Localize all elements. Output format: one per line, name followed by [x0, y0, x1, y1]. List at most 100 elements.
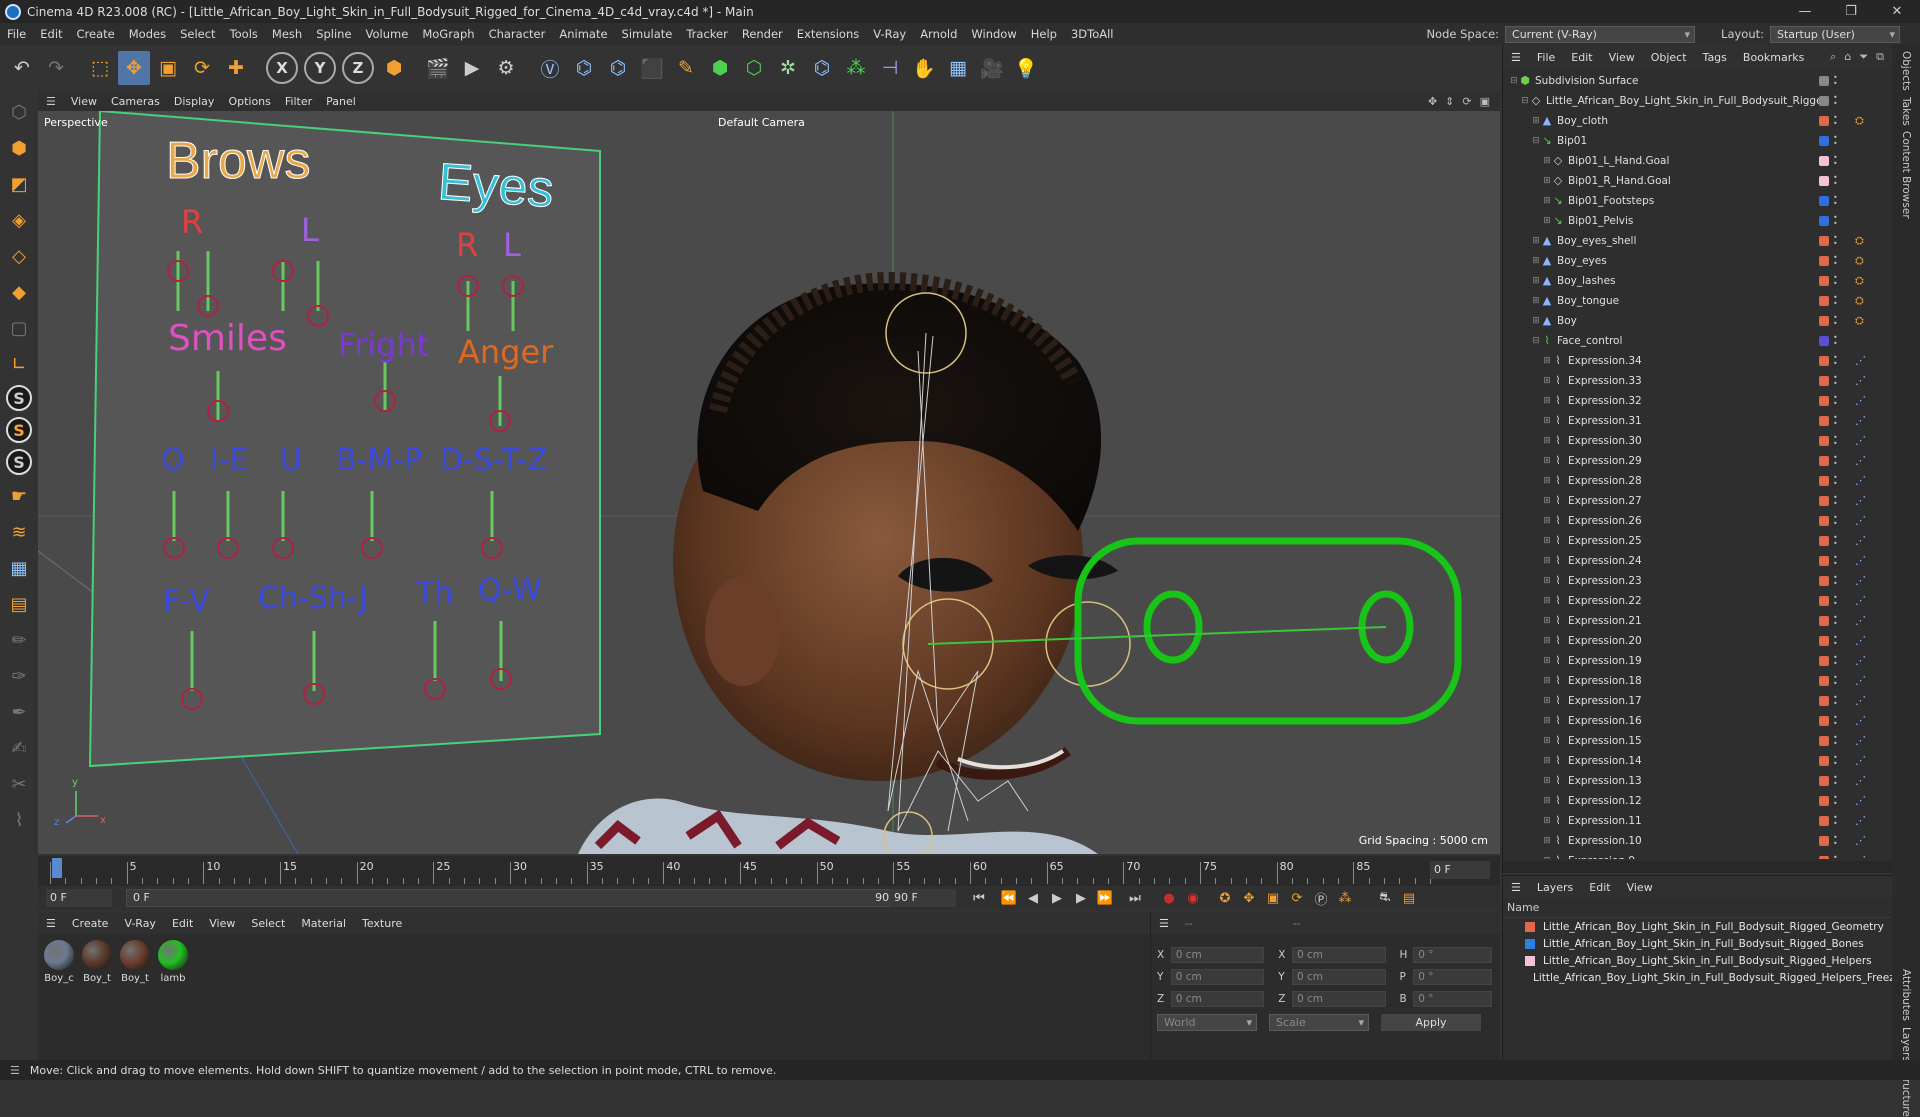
visibility-dots-icon[interactable]: ••: [1833, 314, 1838, 328]
layer-color-swatch[interactable]: [1819, 96, 1829, 106]
material-swatch[interactable]: [44, 940, 74, 970]
magnet-icon[interactable]: ⌇: [4, 805, 34, 835]
object-row[interactable]: ⊞ ⌇ Expression.28 • • ⋰: [1503, 471, 1892, 491]
status-menu-icon[interactable]: ☰: [0, 1064, 30, 1077]
coordinate-system-dropdown[interactable]: World: [1157, 1014, 1257, 1031]
layer-color-swatch[interactable]: [1819, 476, 1829, 486]
visibility-dots-icon[interactable]: ••: [1833, 734, 1838, 748]
tree-expand-icon[interactable]: ⊞: [1531, 296, 1541, 306]
tree-expand-icon[interactable]: ⊞: [1542, 536, 1552, 546]
layer-color-swatch[interactable]: [1819, 436, 1829, 446]
object-row[interactable]: ⊞ ⌇ Expression.11 • • ⋰: [1503, 811, 1892, 831]
expression-tag-icon[interactable]: ⋰: [1855, 434, 1866, 447]
layout-dropdown[interactable]: Startup (User): [1770, 25, 1900, 43]
object-name[interactable]: Boy: [1557, 315, 1577, 327]
visibility-dots-icon[interactable]: ••: [1833, 134, 1838, 148]
object-row[interactable]: ⊞ ⌇ Expression.20 • • ⋰: [1503, 631, 1892, 651]
expression-tag-icon[interactable]: ⋰: [1855, 354, 1866, 367]
object-menu-object[interactable]: Object: [1643, 51, 1695, 64]
tree-expand-icon[interactable]: ⊞: [1542, 416, 1552, 426]
object-name[interactable]: Expression.29: [1568, 455, 1642, 467]
texture-tag-icon[interactable]: ⛭: [1855, 314, 1864, 328]
axis-mode-icon[interactable]: ∟: [4, 349, 34, 379]
side-tab-objects[interactable]: Objects: [1900, 51, 1912, 91]
rotation-h-field[interactable]: 0 °: [1413, 947, 1492, 963]
object-name[interactable]: Expression.24: [1568, 555, 1642, 567]
visibility-dots-icon[interactable]: ••: [1833, 154, 1838, 168]
expression-tag-icon[interactable]: ⋰: [1855, 734, 1866, 747]
menu-character[interactable]: Character: [482, 27, 553, 41]
previous-key-icon[interactable]: ⏪: [998, 888, 1020, 908]
visibility-dots-icon[interactable]: ••: [1833, 554, 1838, 568]
tree-expand-icon[interactable]: ⊞: [1542, 616, 1552, 626]
node-space-dropdown[interactable]: Current (V-Ray): [1505, 25, 1696, 43]
layer-color-swatch[interactable]: [1819, 536, 1829, 546]
layer-menu-edit[interactable]: Edit: [1581, 881, 1618, 894]
tree-expand-icon[interactable]: ⊟: [1509, 76, 1519, 86]
object-row[interactable]: ⊟ ◇ Little_African_Boy_Light_Skin_in_Full_…: [1503, 91, 1892, 111]
object-row[interactable]: ⊞ ⌇ Expression.22 • • ⋰: [1503, 591, 1892, 611]
visibility-dots-icon[interactable]: ••: [1833, 394, 1838, 408]
polygons-mode-icon[interactable]: ◆: [4, 277, 34, 307]
object-name[interactable]: Expression.25: [1568, 535, 1642, 547]
menu-help[interactable]: Help: [1024, 27, 1064, 41]
start-frame-field[interactable]: 0 F: [46, 889, 112, 907]
knife-icon[interactable]: ✂: [4, 769, 34, 799]
layer-color-swatch[interactable]: [1819, 736, 1829, 746]
uv-mode-icon[interactable]: ▢: [4, 313, 34, 343]
visibility-dots-icon[interactable]: ••: [1833, 694, 1838, 708]
object-row[interactable]: ⊞ ⌇ Expression.25 • • ⋰: [1503, 531, 1892, 551]
object-row[interactable]: ⊞⌇ Expression.9 •• ⋰: [1503, 851, 1892, 859]
object-row[interactable]: ⊞ ⌇ Expression.17 • • ⋰: [1503, 691, 1892, 711]
viewport-menu-filter[interactable]: Filter: [278, 95, 319, 108]
object-name[interactable]: Boy_eyes_shell: [1557, 235, 1636, 247]
object-row[interactable]: ⊞ ⌇ Expression.13 • • ⋰: [1503, 771, 1892, 791]
tree-expand-icon[interactable]: ⊞: [1542, 216, 1552, 226]
material-swatch[interactable]: [120, 940, 150, 970]
object-name[interactable]: Bip01: [1557, 135, 1587, 147]
key-rotation-icon[interactable]: ⟳: [1286, 888, 1308, 908]
object-row[interactable]: ⊞ ◇ Bip01_R_Hand.Goal • •: [1503, 171, 1892, 191]
expression-tag-icon[interactable]: ⋰: [1855, 754, 1866, 767]
render-settings-icon[interactable]: ⚙: [490, 51, 522, 85]
visibility-dots-icon[interactable]: ••: [1833, 494, 1838, 508]
smooth-icon[interactable]: ✍: [4, 733, 34, 763]
layer-color-swatch[interactable]: [1819, 576, 1829, 586]
visibility-dots-icon[interactable]: ••: [1833, 414, 1838, 428]
end-frame-field[interactable]: 90 F: [890, 889, 956, 907]
object-menu-bookmarks[interactable]: Bookmarks: [1735, 51, 1812, 64]
tree-expand-icon[interactable]: ⊞: [1542, 396, 1552, 406]
rotation-p-field[interactable]: 0 °: [1413, 969, 1492, 985]
object-name[interactable]: Expression.32: [1568, 395, 1642, 407]
tree-expand-icon[interactable]: ⊞: [1542, 176, 1552, 186]
object-row[interactable]: ⊞ ⌇ Expression.32 • • ⋰: [1503, 391, 1892, 411]
menu-file[interactable]: File: [0, 27, 33, 41]
material-menu-texture[interactable]: Texture: [354, 917, 410, 930]
next-frame-icon[interactable]: ▶: [1070, 888, 1092, 908]
pen-spline-icon[interactable]: ✎: [670, 51, 702, 85]
tree-expand-icon[interactable]: ⊞: [1542, 456, 1552, 466]
tree-expand-icon[interactable]: ⊞: [1531, 316, 1541, 326]
object-row[interactable]: ⊞ ⌇ Expression.34 • • ⋰: [1503, 351, 1892, 371]
layer-color-swatch[interactable]: [1819, 716, 1829, 726]
object-row[interactable]: ⊞ ⌇ Expression.24 • • ⋰: [1503, 551, 1892, 571]
expression-tag-icon[interactable]: ⋰: [1855, 834, 1866, 847]
visibility-dots-icon[interactable]: ••: [1833, 714, 1838, 728]
object-row[interactable]: ⊞ ▲ Boy_eyes_shell • • ⛭: [1503, 231, 1892, 251]
tree-expand-icon[interactable]: ⊞: [1542, 376, 1552, 386]
key-parameter-icon[interactable]: Ⓟ: [1310, 888, 1332, 908]
z-axis-lock-icon[interactable]: Z: [342, 52, 374, 84]
visibility-dots-icon[interactable]: ••: [1833, 454, 1838, 468]
extrude-generator-icon[interactable]: ⬡: [738, 51, 770, 85]
tree-expand-icon[interactable]: ⊞: [1542, 796, 1552, 806]
close-button[interactable]: ✕: [1874, 4, 1920, 19]
layer-color-swatch[interactable]: [1819, 496, 1829, 506]
layer-menu-layers[interactable]: Layers: [1529, 881, 1581, 894]
camera-icon[interactable]: 🎥: [976, 51, 1008, 85]
position-x-field[interactable]: 0 cm: [1170, 947, 1265, 963]
side-tab-content-browser[interactable]: Content Browser: [1900, 131, 1912, 219]
layer-color-swatch[interactable]: [1819, 356, 1829, 366]
menu-create[interactable]: Create: [70, 27, 122, 41]
layer-color-swatch[interactable]: [1819, 196, 1829, 206]
layer-color-swatch[interactable]: [1525, 921, 1535, 932]
